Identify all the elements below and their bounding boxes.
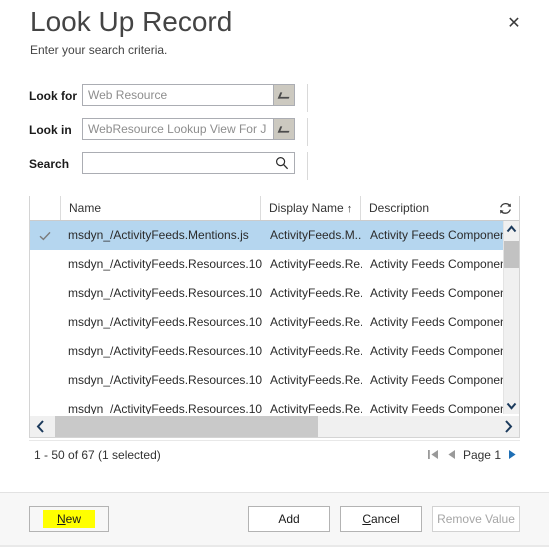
search-icon[interactable]	[275, 156, 289, 170]
cell-description: Activity Feeds Component	[370, 373, 505, 387]
grid-header-row: Name Display Name ↑ Description	[30, 196, 519, 221]
cell-name: msdyn_/ActivityFeeds.Resources.108...	[68, 257, 262, 271]
vertical-scrollbar[interactable]	[503, 221, 519, 414]
cell-name: msdyn_/ActivityFeeds.Resources.102...	[68, 286, 262, 300]
cell-name: msdyn_/ActivityFeeds.Resources.102...	[68, 402, 262, 414]
cell-description: Activity Feeds Component	[370, 344, 505, 358]
cancel-button-accel: C	[362, 512, 371, 526]
scroll-up-icon[interactable]	[504, 221, 519, 238]
form-divider	[307, 152, 308, 180]
cell-display-name: ActivityFeeds.Re...	[270, 286, 362, 300]
dialog-header: Look Up Record Enter your search criteri…	[0, 0, 549, 72]
sort-ascending-icon: ↑	[346, 203, 353, 215]
form-divider	[307, 118, 308, 146]
search-criteria-form: Look for Web Resource Look in WebResourc…	[0, 84, 549, 186]
search-label: Search	[29, 157, 70, 171]
add-button[interactable]: Add	[248, 506, 330, 532]
chevron-down-icon[interactable]	[273, 119, 294, 139]
cell-display-name: ActivityFeeds.Re...	[270, 257, 362, 271]
dialog-subtitle: Enter your search criteria.	[30, 43, 168, 57]
previous-page-icon[interactable]	[446, 448, 457, 463]
new-button-rest: ew	[65, 512, 81, 526]
column-header-description[interactable]: Description	[360, 196, 490, 220]
remove-value-button[interactable]: Remove Value	[432, 506, 520, 532]
close-icon[interactable]: ✕	[503, 13, 525, 35]
cell-display-name: ActivityFeeds.M...	[270, 228, 362, 242]
pagination-controls: Page 1	[427, 446, 518, 464]
cell-name: msdyn_/ActivityFeeds.Resources.102...	[68, 315, 262, 329]
vertical-scrollbar-thumb[interactable]	[504, 241, 519, 268]
table-row[interactable]: msdyn_/ActivityFeeds.Mentions.js Activity…	[30, 221, 505, 250]
table-row[interactable]: msdyn_/ActivityFeeds.Resources.102... Act…	[30, 279, 505, 308]
new-button-accel: N	[56, 512, 66, 526]
cell-name: msdyn_/ActivityFeeds.Resources.102...	[68, 373, 262, 387]
look-in-value: WebResource Lookup View For Java Sc	[88, 122, 266, 136]
row-check-cell[interactable]	[30, 337, 60, 366]
cell-description: Activity Feeds Component	[370, 257, 505, 271]
dialog-footer: New Add Cancel Remove Value	[0, 492, 549, 547]
search-field-wrapper	[82, 152, 295, 174]
first-page-icon[interactable]	[427, 448, 440, 463]
cell-display-name: ActivityFeeds.Re...	[270, 402, 362, 414]
cancel-button[interactable]: Cancel	[340, 506, 422, 532]
column-header-description-label: Description	[369, 201, 430, 215]
grid-status-bar: 1 - 50 of 67 (1 selected) Page 1	[29, 440, 520, 466]
cell-display-name: ActivityFeeds.Re...	[270, 344, 362, 358]
scroll-down-icon[interactable]	[504, 397, 519, 414]
search-row: Search	[0, 152, 549, 182]
row-check-cell[interactable]	[30, 395, 60, 414]
lookup-record-dialog: Look Up Record Enter your search criteri…	[0, 0, 549, 547]
cell-description: Activity Feeds Component	[370, 228, 505, 242]
column-header-display-name[interactable]: Display Name ↑	[260, 196, 360, 220]
refresh-icon[interactable]	[498, 201, 513, 216]
cell-name: msdyn_/ActivityFeeds.Resources.102...	[68, 344, 262, 358]
page-title: Look Up Record	[30, 6, 233, 37]
look-in-label: Look in	[29, 123, 72, 137]
look-for-label: Look for	[29, 89, 77, 103]
cell-description: Activity Feeds Component	[370, 315, 505, 329]
cell-name: msdyn_/ActivityFeeds.Mentions.js	[68, 228, 249, 242]
column-header-display-name-label: Display Name	[269, 201, 344, 215]
cell-description: Activity Feeds Component	[370, 286, 505, 300]
table-row[interactable]: msdyn_/ActivityFeeds.Resources.102... Act…	[30, 337, 505, 366]
scroll-left-icon[interactable]	[30, 416, 52, 437]
column-header-name[interactable]: Name	[60, 196, 260, 220]
horizontal-scrollbar[interactable]	[30, 415, 519, 437]
new-button[interactable]: New	[29, 506, 109, 532]
form-divider	[307, 84, 308, 112]
select-all-column[interactable]	[30, 196, 60, 220]
look-in-row: Look in WebResource Lookup View For Java…	[0, 118, 549, 148]
scroll-right-icon[interactable]	[497, 416, 519, 437]
row-check-cell[interactable]	[30, 279, 60, 308]
next-page-icon[interactable]	[507, 448, 518, 463]
cell-display-name: ActivityFeeds.Re...	[270, 373, 362, 387]
table-row[interactable]: msdyn_/ActivityFeeds.Resources.102... Act…	[30, 366, 505, 395]
table-row[interactable]: msdyn_/ActivityFeeds.Resources.102... Act…	[30, 395, 505, 414]
column-header-name-label: Name	[69, 201, 102, 215]
record-count-text: 1 - 50 of 67 (1 selected)	[34, 448, 161, 462]
look-for-select[interactable]: Web Resource	[82, 84, 295, 106]
look-for-row: Look for Web Resource	[0, 84, 549, 114]
row-selected-check-icon[interactable]	[30, 221, 60, 250]
chevron-down-icon[interactable]	[273, 85, 294, 105]
results-grid: Name Display Name ↑ Description msdyn_/Ac…	[29, 196, 520, 438]
grid-body: msdyn_/ActivityFeeds.Mentions.js Activity…	[30, 221, 505, 414]
cell-display-name: ActivityFeeds.Re...	[270, 315, 362, 329]
look-for-value: Web Resource	[88, 88, 168, 102]
page-label: Page 1	[462, 448, 501, 462]
row-check-cell[interactable]	[30, 308, 60, 337]
cancel-button-rest: ancel	[370, 512, 400, 526]
horizontal-scrollbar-thumb[interactable]	[55, 416, 318, 437]
table-row[interactable]: msdyn_/ActivityFeeds.Resources.108... Act…	[30, 250, 505, 279]
row-check-cell[interactable]	[30, 250, 60, 279]
look-in-select[interactable]: WebResource Lookup View For Java Sc	[82, 118, 295, 140]
search-input[interactable]	[87, 155, 265, 171]
new-button-label: New	[42, 510, 95, 528]
table-row[interactable]: msdyn_/ActivityFeeds.Resources.102... Act…	[30, 308, 505, 337]
cell-description: Activity Feeds Component	[370, 402, 505, 414]
row-check-cell[interactable]	[30, 366, 60, 395]
